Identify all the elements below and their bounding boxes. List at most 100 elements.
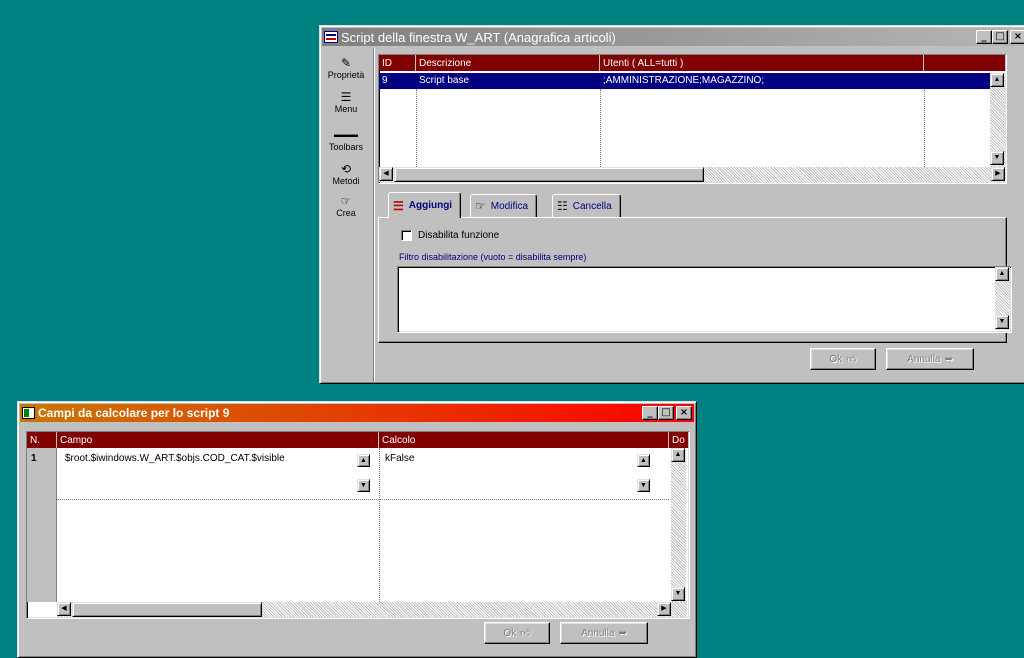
column-divider (379, 448, 380, 602)
sidebar-item-toolbars[interactable]: ▬▬▬ Toolbars (322, 128, 370, 152)
cancel-label: Annulla (581, 627, 615, 639)
tab-aggiungi[interactable]: ☰ Aggiungi (388, 192, 462, 218)
tab-label: Modifica (490, 200, 529, 212)
scroll-left-button[interactable]: ◀ (379, 167, 393, 181)
scroll-down-button[interactable]: ▼ (671, 587, 685, 601)
tab-label: Cancella (572, 200, 612, 212)
thumbs-up-icon: 👍︎ (520, 628, 531, 639)
column-divider (600, 89, 601, 167)
scroll-right-button[interactable]: ▶ (991, 167, 1005, 181)
cancel-label: Annulla (907, 353, 941, 365)
cell-id: 9 (382, 75, 388, 86)
campo-scroll-down[interactable]: ▼ (357, 479, 370, 492)
ok-button[interactable]: Ok 👍︎ (484, 622, 550, 644)
tab-cancella[interactable]: ☷ Cancella (552, 194, 621, 218)
calcolo-scroll-down[interactable]: ▼ (637, 479, 650, 492)
undo-arrow-icon: ➥ (944, 353, 953, 365)
sidebar-item-proprieta[interactable]: ✎ Proprietà (322, 56, 370, 80)
scroll-down-button[interactable]: ▼ (990, 151, 1004, 165)
window-app-icon (22, 407, 35, 419)
cancel-button[interactable]: Annulla ➥ (886, 348, 974, 370)
script-window-title: Script della finestra W_ART (Anagrafica … (341, 29, 616, 45)
column-header-descrizione[interactable]: Descrizione (416, 55, 600, 71)
add-script-icon: ☰ (393, 198, 404, 213)
ok-label: Ok (503, 627, 517, 639)
ok-button[interactable]: Ok 👍︎ (810, 348, 876, 370)
sidebar-item-label: Toolbars (328, 142, 364, 152)
close-button[interactable]: × (676, 406, 692, 420)
column-header-utenti[interactable]: Utenti ( ALL=tutti ) (600, 55, 924, 71)
filter-scroll-down[interactable]: ▼ (995, 315, 1009, 329)
horizontal-scroll-thumb[interactable] (394, 167, 704, 182)
fields-window-controls: _ □ × (642, 406, 692, 420)
column-header-id[interactable]: ID (379, 55, 416, 71)
cell-campo: $root.$iwindows.W_ART.$objs.COD_CAT.$vis… (65, 453, 285, 464)
column-header-n[interactable]: N. (27, 432, 57, 448)
scroll-up-button[interactable]: ▲ (671, 448, 685, 462)
column-header-calcolo[interactable]: Calcolo (379, 432, 669, 448)
wrench-icon: ✎ (340, 56, 352, 70)
cell-utenti: ;AMMINISTRAZIONE;MAGAZZINO; (603, 75, 765, 86)
fields-window: Campi da calcolare per lo script 9 _ □ ×… (17, 401, 697, 658)
sidebar-item-crea[interactable]: ☞ Crea (322, 194, 370, 218)
sidebar-item-menu[interactable]: ☰ Menu (322, 90, 370, 114)
filter-label: Filtro disabilitazione (vuoto = disabili… (399, 252, 587, 262)
fields-window-title: Campi da calcolare per lo script 9 (38, 406, 230, 420)
horizontal-scroll-thumb[interactable] (72, 602, 262, 617)
cell-n: 1 (31, 453, 37, 464)
sidebar-item-label: Metodi (332, 176, 360, 186)
script-window-controls: _ □ × (976, 30, 1024, 44)
fields-vertical-scrollbar[interactable] (671, 448, 686, 602)
fields-grid: N. Campo Calcolo Do 1 $root.$iwindows.W_… (26, 431, 690, 619)
scroll-left-button[interactable]: ◀ (57, 602, 71, 616)
column-header-do[interactable]: Do (669, 432, 689, 448)
tab-panel: Disabilita funzione Filtro disabilitazio… (378, 217, 1012, 343)
toolbar-icon: ▬▬▬ (334, 130, 358, 139)
column-header-campo[interactable]: Campo (57, 432, 379, 448)
minimize-button[interactable]: _ (976, 30, 992, 44)
menu-icon: ☰ (340, 90, 352, 104)
row-divider (57, 499, 669, 500)
tab-modifica[interactable]: ☞ Modifica (470, 194, 538, 218)
close-button[interactable]: × (1010, 30, 1024, 44)
script-window-titlebar[interactable]: Script della finestra W_ART (Anagrafica … (322, 28, 1024, 46)
sidebar-item-label: Proprietà (327, 70, 365, 80)
calcolo-scroll-up[interactable]: ▲ (637, 454, 650, 467)
scroll-right-button[interactable]: ▶ (657, 602, 671, 616)
filter-scroll-up[interactable]: ▲ (995, 267, 1009, 281)
tab-label: Aggiungi (408, 200, 453, 211)
cell-descrizione: Script base (419, 75, 470, 86)
row-number-column (27, 448, 57, 602)
column-header-extra[interactable] (924, 55, 1006, 71)
checkbox-box[interactable] (401, 230, 412, 241)
checkbox-label: Disabilita funzione (418, 230, 500, 241)
script-sidebar: ✎ Proprietà ☰ Menu ▬▬▬ Toolbars ⟲ Metodi… (322, 48, 374, 382)
delete-script-icon: ☷ (557, 199, 568, 213)
cancel-button[interactable]: Annulla ➥ (560, 622, 648, 644)
ok-label: Ok (829, 353, 843, 365)
edit-hand-icon: ☞ (475, 199, 486, 213)
column-divider (924, 89, 925, 167)
maximize-button[interactable]: □ (992, 30, 1008, 44)
fields-window-titlebar[interactable]: Campi da calcolare per lo script 9 _ □ × (20, 404, 694, 422)
sidebar-item-label: Crea (336, 208, 356, 218)
method-icon: ⟲ (340, 162, 352, 176)
sidebar-item-metodi[interactable]: ⟲ Metodi (322, 162, 370, 186)
window-app-icon (324, 31, 338, 43)
table-row[interactable]: $root.$iwindows.W_ART.$objs.COD_CAT.$vis… (57, 448, 669, 498)
script-window: Script della finestra W_ART (Anagrafica … (319, 25, 1024, 384)
table-row[interactable]: 9 Script base ;AMMINISTRAZIONE;MAGAZZINO… (379, 73, 990, 89)
scroll-up-button[interactable]: ▲ (990, 73, 1004, 87)
sidebar-item-label: Menu (334, 104, 358, 114)
minimize-button[interactable]: _ (642, 406, 658, 420)
campo-scroll-up[interactable]: ▲ (357, 454, 370, 467)
undo-arrow-icon: ➥ (618, 627, 627, 639)
maximize-button[interactable]: □ (658, 406, 674, 420)
filter-textarea[interactable]: ▲ ▼ (397, 266, 1012, 333)
disable-checkbox[interactable]: Disabilita funzione (401, 230, 499, 241)
scripts-grid: ID Descrizione Utenti ( ALL=tutti ) 9 Sc… (378, 54, 1007, 184)
cell-calcolo: kFalse (385, 453, 415, 464)
thumbs-up-icon: 👍︎ (846, 354, 857, 365)
column-divider (416, 89, 417, 167)
create-icon: ☞ (340, 194, 352, 208)
